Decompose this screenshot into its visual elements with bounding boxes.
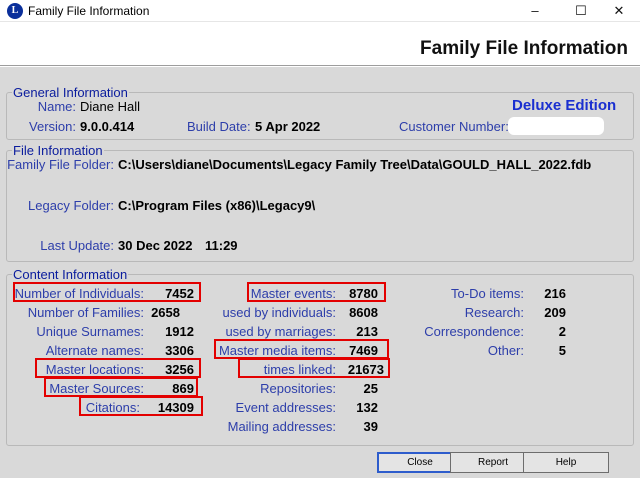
name-value: Diane Hall [80,99,140,114]
highlight-master-events [247,282,386,302]
used-by-marriages-label: used by marriages: [225,324,336,339]
event-addresses-value: 132 [356,400,378,415]
used-by-marriages-value: 213 [356,324,378,339]
research-label: Research: [464,305,524,320]
last-update-label: Last Update: [40,238,114,253]
edition-label: Deluxe Edition [512,97,617,114]
family-file-folder-label: Family File Folder: [7,157,114,172]
version-value: 9.0.0.414 [80,119,135,134]
last-update-time: 11:29 [205,238,238,253]
used-by-individuals-label: used by individuals: [222,305,336,320]
todo-items-value: 216 [544,286,566,301]
todo-items-label: To-Do items: [451,286,524,301]
version-label: Version: [29,119,76,134]
highlight-master-sources [44,377,198,397]
other-label: Other: [487,343,524,358]
build-date-value: 5 Apr 2022 [255,119,321,134]
mailing-addresses-value: 39 [363,419,378,434]
alternate-names-value: 3306 [165,343,194,358]
customer-number-redacted [508,117,604,135]
highlight-individuals [13,282,201,302]
window-title: Family File Information [28,4,150,18]
dialog-header-title: Family File Information [420,38,628,59]
correspondence-value: 2 [558,324,566,339]
highlight-citations [79,396,203,416]
file-info-title: File Information [12,143,104,158]
mailing-addresses-label: Mailing addresses: [227,419,336,434]
family-file-folder-value: C:\Users\diane\Documents\Legacy Family T… [118,157,592,172]
surnames-value: 1912 [165,324,194,339]
correspondence-label: Correspondence: [424,324,524,339]
legacy-app-icon: L [7,3,23,19]
legacy-folder-label: Legacy Folder: [28,198,114,213]
other-value: 5 [558,343,566,358]
highlight-master-media [214,339,389,359]
surnames-label: Unique Surnames: [36,324,144,339]
used-by-individuals-value: 8608 [349,305,378,320]
families-label: Number of Families: [27,305,144,320]
title-bar: L Family File Information – ☐ ✕ [0,0,640,22]
last-update-date: 30 Dec 2022 [118,238,193,253]
families-value: 2658 [151,305,180,320]
customer-number-label: Customer Number: [399,119,509,134]
repositories-label: Repositories: [260,381,336,396]
build-date-label: Build Date: [187,119,251,134]
general-info-title: General Information [12,85,129,100]
alternate-names-label: Alternate names: [45,343,144,358]
highlight-master-locations [35,358,201,378]
dialog-body: General Information Name: Diane Hall Del… [0,67,640,478]
highlight-times-linked [238,358,390,378]
repositories-value: 25 [363,381,378,396]
research-value: 209 [544,305,566,320]
name-label: Name: [37,99,76,114]
help-button[interactable]: Help [523,452,609,473]
minimize-icon[interactable]: – [512,0,558,22]
content-info-title: Content Information [12,267,129,282]
dialog-header: Family File Information [0,22,640,66]
event-addresses-label: Event addresses: [235,400,336,415]
close-window-icon[interactable]: ✕ [596,0,640,22]
legacy-folder-value: C:\Program Files (x86)\Legacy9\ [118,198,316,213]
